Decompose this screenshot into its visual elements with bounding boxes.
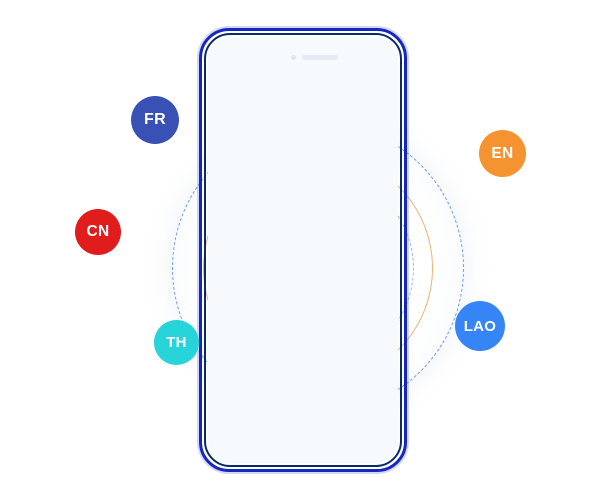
illustration-canvas: My Name 13007288665@163.com Home › Se [0, 0, 600, 500]
speaker-bar-icon [302, 55, 338, 60]
language-bubble-lao[interactable]: LAO [455, 301, 505, 351]
language-bubble-th[interactable]: TH [154, 320, 199, 365]
language-bubble-en[interactable]: EN [479, 130, 526, 177]
camera-dot-icon [291, 55, 296, 60]
language-bubble-fr[interactable]: FR [131, 96, 179, 144]
phone-screen: My Name 13007288665@163.com Home › Se [208, 37, 398, 463]
language-bubble-cn[interactable]: CN [75, 209, 121, 255]
